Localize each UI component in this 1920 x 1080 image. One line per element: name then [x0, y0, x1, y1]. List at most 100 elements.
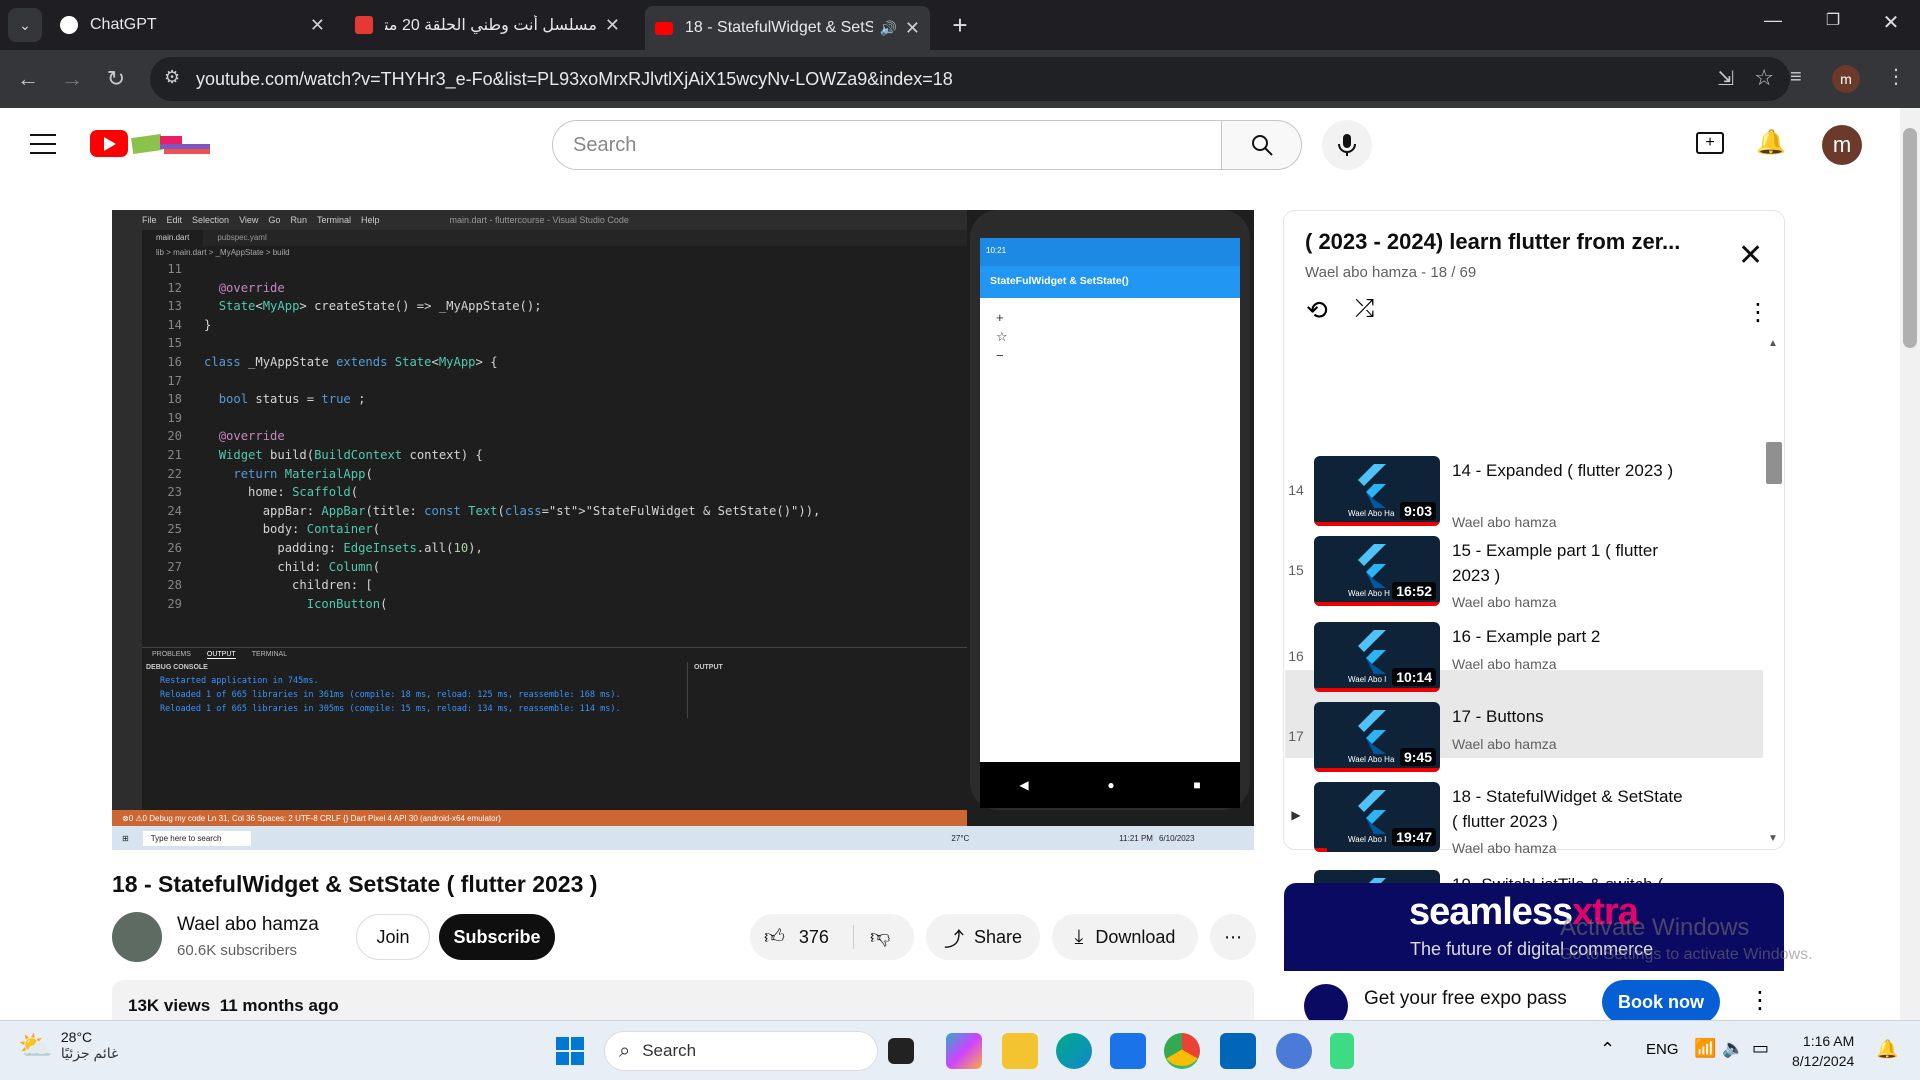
thumbs-down-icon: 👎︎	[870, 926, 891, 948]
profile-avatar[interactable]: m	[1832, 65, 1860, 93]
playlist-scroll-up[interactable]: ▲	[1768, 338, 1778, 349]
video-player[interactable]: File Edit Selection View Go Run Terminal Help m…	[112, 210, 1254, 850]
close-icon[interactable]: ✕	[310, 15, 325, 36]
ad-menu-icon[interactable]: ⋮	[1748, 986, 1772, 1015]
subscriber-count: 60.6K subscribers	[177, 942, 298, 959]
task-view-icon[interactable]	[888, 1038, 914, 1064]
playlist-item[interactable]: 17 Wael Abo Ha 9:45 17 - Buttons Wael abo ha…	[1284, 702, 1764, 782]
youtube-logo[interactable]	[90, 130, 128, 157]
tab-series[interactable]: مسلسل أنت وطني الحلقة 20 مترج ✕	[345, 6, 630, 44]
close-playlist-icon[interactable]: ✕	[1738, 238, 1763, 273]
playlist-owner[interactable]: Wael abo hamza	[1305, 264, 1417, 281]
playlist-item[interactable]: 15 Wael Abo H 16:52 15 - Example part 1 ( f…	[1284, 536, 1764, 616]
subscribe-button[interactable]: Subscribe	[439, 914, 555, 960]
playlist-item[interactable]: ▶ Wael Abo I 19:47 18 - StatefulWidget & Se…	[1284, 782, 1764, 862]
wifi-icon[interactable]: 📶	[1694, 1038, 1716, 1059]
channel-avatar[interactable]	[112, 912, 162, 962]
forward-button[interactable]: →	[54, 61, 90, 97]
download-button[interactable]: ⤓ Download	[1052, 914, 1198, 960]
search-input[interactable]: Search	[552, 120, 1222, 170]
now-playing-icon: ▶	[1291, 808, 1301, 822]
search-button[interactable]	[1222, 120, 1302, 170]
playlist-item-title[interactable]: 18 - StatefulWidget & SetState ( flutter…	[1452, 784, 1692, 834]
restore-button[interactable]: ❐	[1818, 10, 1848, 40]
like-button[interactable]: 👍︎ 376	[750, 925, 854, 949]
description-box[interactable]: 13K views 11 months ago	[112, 980, 1254, 1020]
star-icon[interactable]: ☆	[1754, 65, 1774, 91]
start-button[interactable]	[552, 1033, 588, 1069]
notification-bell-icon[interactable]: 🔔	[1876, 1039, 1898, 1060]
playlist-item-title[interactable]: 17 - Buttons	[1452, 704, 1692, 729]
voice-search-button[interactable]	[1322, 120, 1372, 170]
reload-button[interactable]: ↻	[98, 61, 134, 97]
back-button[interactable]: ←	[10, 61, 46, 97]
dislike-button[interactable]: 👎︎	[854, 925, 890, 949]
file-explorer-icon[interactable]	[1002, 1033, 1038, 1069]
playlist-index: 17	[1288, 728, 1304, 744]
show-hidden-icons[interactable]: ⌃	[1600, 1039, 1615, 1060]
channel-name[interactable]: Wael abo hamza	[177, 914, 319, 936]
playlist-item-title[interactable]: 14 - Expanded ( flutter 2023 )	[1452, 458, 1692, 483]
microsoft-store-icon[interactable]	[1110, 1033, 1146, 1069]
weather-widget[interactable]: ⛅ 28°C غائم جزئيًا	[18, 1029, 118, 1062]
playlist-menu-icon[interactable]: ⋮	[1746, 298, 1770, 327]
menu-icon[interactable]: ⋮	[1886, 64, 1906, 89]
tab-youtube[interactable]: 18 - StatefulWidget & SetSt 🔊 ✕	[645, 6, 930, 50]
playlist-item-title[interactable]: 16 - Example part 2	[1452, 624, 1692, 649]
close-icon[interactable]: ✕	[905, 18, 920, 39]
share-button[interactable]: ⤴ Share	[926, 914, 1040, 960]
window-close-button[interactable]: ✕	[1876, 10, 1906, 40]
playlist-item-title[interactable]: 15 - Example part 1 ( flutter 2023 )	[1452, 538, 1692, 588]
close-icon[interactable]: ✕	[605, 15, 620, 36]
minimize-button[interactable]: —	[1758, 10, 1788, 40]
media-control-icon[interactable]: ≡	[1790, 66, 1802, 89]
video-thumbnail[interactable]: Wael Abo I 10:14	[1314, 622, 1440, 692]
vscode-icon[interactable]	[1220, 1033, 1256, 1069]
speaker-icon[interactable]: 🔊	[879, 20, 896, 37]
windows-taskbar: ⛅ 28°C غائم جزئيًا ⌕ Search ⌃ ENG 📶 🔈 ▭ …	[0, 1020, 1920, 1080]
code-line: 24 appBar: AppBar(title: const Text(clas…	[167, 503, 821, 518]
address-bar[interactable]: ⚙ youtube.com/watch?v=THYHr3_e-Fo&list=P…	[150, 57, 1790, 101]
hamburger-menu-icon[interactable]	[30, 134, 56, 154]
battery-icon[interactable]: ▭	[1752, 1038, 1769, 1059]
language-indicator[interactable]: ENG	[1646, 1041, 1679, 1058]
page-scrollbar-thumb[interactable]	[1903, 128, 1917, 348]
volume-icon[interactable]: 🔈	[1722, 1038, 1744, 1059]
playlist-index: 14	[1288, 482, 1304, 498]
ad-headline[interactable]: Get your free expo pass	[1364, 988, 1567, 1010]
playlist-scroll-down[interactable]: ▼	[1768, 833, 1778, 844]
translator-icon[interactable]	[1276, 1033, 1312, 1069]
playlist-item[interactable]: 14 Wael Abo Ha 9:03 14 - Expanded ( flutter…	[1284, 456, 1764, 536]
shuffle-icon[interactable]: ⤮	[1355, 295, 1374, 323]
taskbar-search[interactable]: ⌕ Search	[604, 1031, 878, 1071]
site-info-icon[interactable]: ⚙	[164, 67, 180, 88]
copilot-icon[interactable]	[946, 1033, 982, 1069]
account-avatar[interactable]: m	[1822, 125, 1862, 165]
android-studio-icon[interactable]	[1330, 1033, 1354, 1069]
playlist-title[interactable]: ( 2023 - 2024) learn flutter from zer...	[1305, 229, 1725, 255]
download-icon: ⤓	[1074, 925, 1084, 948]
notifications-bell-icon[interactable]: 🔔	[1756, 128, 1786, 157]
video-thumbnail[interactable]: Wael Abo I 19:47	[1314, 782, 1440, 852]
video-thumbnail[interactable]: Wael Abo Ha 9:03	[1314, 456, 1440, 526]
tab-title: مسلسل أنت وطني الحلقة 20 مترج	[385, 17, 597, 34]
playlist-item-channel: Wael abo hamza	[1452, 514, 1557, 530]
code-line: 16 class _MyAppState extends State<MyApp>…	[167, 354, 498, 369]
install-icon[interactable]: ⇲	[1717, 66, 1734, 91]
clock[interactable]: 1:16 AM 8/12/2024	[1792, 1031, 1854, 1071]
playlist-scrollbar-thumb[interactable]	[1766, 442, 1782, 484]
playlist-item[interactable]: 16 Wael Abo I 10:14 16 - Example part 2 Wael…	[1284, 622, 1764, 702]
tab-chatgpt[interactable]: ChatGPT ✕	[50, 6, 335, 44]
join-button[interactable]: Join	[356, 914, 430, 960]
ad-book-now-button[interactable]: Book now	[1602, 980, 1720, 1024]
tab-search-button[interactable]: ⌄	[8, 8, 42, 42]
upload-age: 11 months ago	[219, 996, 339, 1015]
loop-icon[interactable]: ⟲	[1306, 295, 1328, 326]
new-tab-button[interactable]: +	[945, 10, 975, 40]
video-thumbnail[interactable]: Wael Abo Ha 9:45	[1314, 702, 1440, 772]
video-thumbnail[interactable]: Wael Abo H 16:52	[1314, 536, 1440, 606]
chrome-icon[interactable]	[1164, 1033, 1200, 1069]
more-actions-button[interactable]: ⋯	[1210, 914, 1256, 960]
edge-icon[interactable]	[1056, 1033, 1092, 1069]
create-video-icon[interactable]: +	[1696, 132, 1724, 154]
